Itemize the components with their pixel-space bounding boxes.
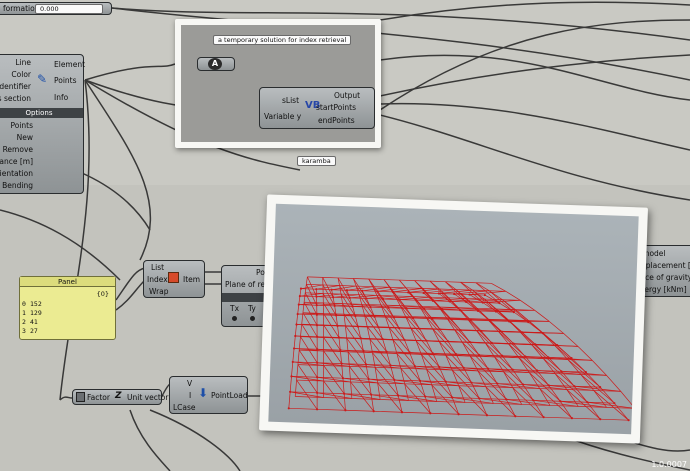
truss-node	[291, 360, 294, 364]
panel-row-1-index: 1	[22, 309, 26, 317]
load-input-v: V	[187, 379, 193, 388]
vb-output-output: Output	[334, 91, 361, 100]
unit-vector-z-icon: Z	[115, 391, 122, 401]
slider-label: formation	[3, 4, 40, 13]
truss-node	[295, 323, 298, 326]
panel-row-2-index: 2	[22, 318, 26, 326]
support-col-ty: Ty	[248, 304, 256, 313]
truss-photo	[258, 194, 649, 444]
input-cross-section: oss section	[0, 94, 31, 103]
unit-vector-factor: Factor	[87, 393, 110, 402]
truss-node	[315, 304, 318, 307]
option-points[interactable]: Points	[10, 121, 33, 130]
truss-viewport	[268, 203, 639, 435]
yellow-panel[interactable]: Panel {0} 0 152 1 129 2 41 3 27	[19, 276, 116, 340]
truss-node	[299, 287, 303, 290]
output-info: Info	[54, 93, 69, 102]
option-orientation[interactable]: Orientation	[0, 169, 33, 178]
truss-node	[315, 295, 318, 298]
panel-row-3-index: 3	[22, 327, 26, 335]
load-input-lcase: LCase	[173, 403, 196, 412]
radio-ty[interactable]	[250, 316, 255, 321]
input-color: Color	[11, 70, 31, 79]
panel-path: {0}	[96, 290, 109, 298]
truss-node	[298, 295, 302, 298]
pen-icon: ✎	[37, 72, 48, 86]
panel-row-3-value: 27	[30, 327, 38, 335]
options-header: Options	[0, 108, 83, 118]
truss-grid	[287, 276, 636, 422]
load-input-i: I	[189, 391, 192, 400]
panel-row-0-index: 0	[22, 300, 26, 308]
list-input-list: List	[151, 263, 165, 272]
vb-input-slist: sList	[282, 96, 300, 105]
truss-node	[296, 312, 299, 316]
option-distance[interactable]: istance [m]	[0, 157, 33, 166]
truss-node	[330, 288, 333, 291]
number-slider[interactable]: formation 0.000	[0, 2, 112, 15]
note-title: a temporary solution for index retrieval	[213, 35, 352, 45]
note-group: a temporary solution for index retrieval…	[181, 25, 375, 142]
slider-value[interactable]: 0.000	[35, 4, 103, 14]
truss-node	[289, 390, 292, 393]
point-load-component[interactable]: V I LCase ⬇ PointLoad	[169, 376, 248, 414]
option-remove[interactable]: Remove	[3, 145, 33, 154]
load-output: PointLoad	[211, 391, 248, 400]
truss-node	[290, 375, 293, 378]
list-output-item: Item	[183, 275, 201, 284]
unit-vector-label: Unit vector	[127, 393, 169, 402]
panel-row-1-value: 129	[30, 309, 42, 317]
vb-script-component[interactable]: sList Variable y VB Output startPoints e…	[259, 87, 375, 129]
note-card: a temporary solution for index retrieval…	[175, 19, 381, 148]
support-col-tx: Tx	[230, 304, 240, 313]
truss-node	[287, 407, 290, 410]
text-component[interactable]: A	[197, 57, 235, 71]
output-element: Element	[54, 60, 86, 69]
list-input-index: Index	[147, 275, 168, 284]
vb-input-variable-y: Variable y	[264, 112, 302, 121]
truss-node	[294, 334, 297, 338]
panel-row-0-value: 152	[30, 300, 42, 308]
input-identifier: Identifier	[0, 82, 31, 91]
option-bending[interactable]: Bending	[2, 181, 33, 190]
unit-vector-icon	[76, 392, 85, 402]
truss-node	[292, 347, 296, 350]
load-arrow-icon: ⬇	[198, 386, 209, 400]
beam-component[interactable]: Line Color Identifier oss section ✎ Elem…	[0, 54, 86, 194]
panel-title: Panel	[20, 277, 115, 287]
truss-node	[315, 288, 318, 291]
list-input-wrap: Wrap	[149, 287, 169, 296]
a-icon: A	[208, 58, 222, 70]
status-value: 1.0.0007	[651, 460, 687, 469]
unit-vector-component[interactable]: Factor Z Unit vector	[72, 389, 168, 405]
panel-row-2-value: 41	[30, 318, 38, 326]
output-points: Points	[54, 76, 77, 85]
truss-node	[297, 303, 300, 306]
vb-output-startpoints: startPoints	[316, 103, 356, 112]
list-item-icon	[168, 272, 179, 283]
input-line: Line	[15, 58, 31, 67]
radio-tx[interactable]	[232, 316, 237, 321]
option-new[interactable]: New	[17, 133, 33, 142]
vb-output-endpoints: endPoints	[318, 116, 355, 125]
list-item-component[interactable]: List Index Wrap Item	[143, 260, 205, 298]
group-label-karamba: karamba	[297, 156, 336, 166]
